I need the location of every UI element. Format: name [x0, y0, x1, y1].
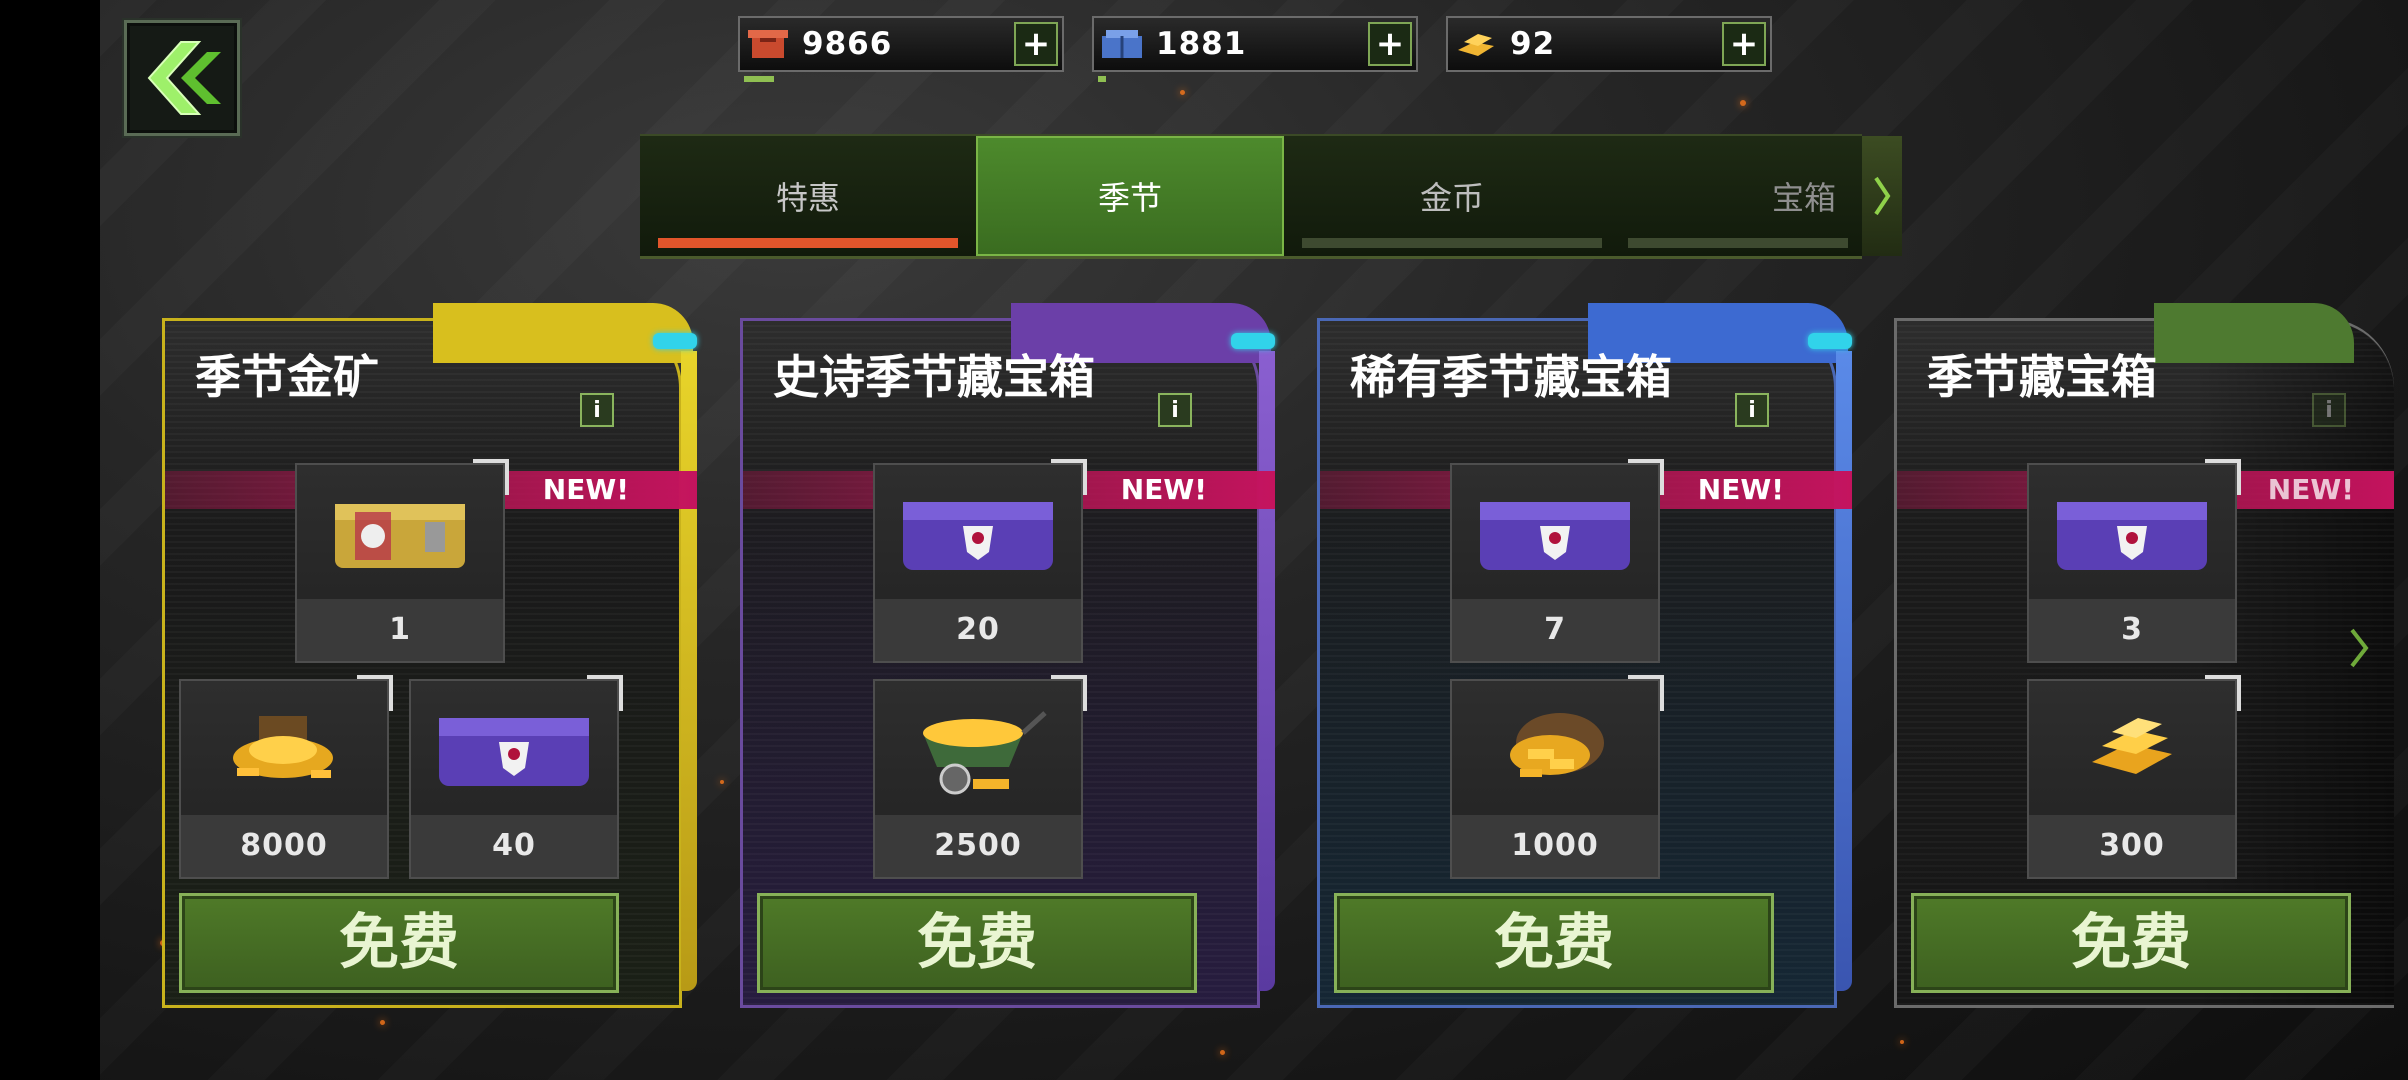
tab-underline	[658, 238, 958, 248]
resource-counter-gold: 92 +	[1446, 16, 1772, 72]
card-accent-side	[681, 351, 697, 991]
card-title: 史诗季节藏宝箱	[773, 350, 1095, 404]
info-button[interactable]: i	[1158, 393, 1192, 427]
ember	[1740, 100, 1746, 106]
resource-value: 92	[1510, 26, 1556, 62]
ember	[1220, 1050, 1225, 1055]
claim-free-button[interactable]: 免费	[1334, 893, 1774, 993]
claim-free-button[interactable]: 免费	[1911, 893, 2351, 993]
reward-slot[interactable]: 20	[873, 459, 1087, 663]
gold-bars-icon	[1448, 18, 1504, 70]
shop-tabs: 特惠 季节 金币 宝箱	[640, 134, 1902, 259]
tab-label: 宝箱	[1771, 179, 1836, 217]
ember	[1900, 1040, 1904, 1044]
new-badge: NEW!	[542, 473, 629, 506]
double-chevron-left-icon	[147, 41, 221, 115]
slot-corner	[473, 459, 509, 495]
scroll-right-button[interactable]	[2348, 626, 2370, 674]
red-crate-icon	[740, 18, 796, 70]
reward-amount: 1000	[1452, 815, 1658, 877]
new-badge: NEW!	[1697, 473, 1784, 506]
reward-amount: 2500	[875, 815, 1081, 877]
tab-underline	[1628, 238, 1848, 248]
add-resource-button[interactable]: +	[1722, 22, 1766, 66]
tab-chests[interactable]: 宝箱	[1620, 136, 1856, 256]
reward-slot[interactable]: 2500	[873, 675, 1087, 879]
card-title: 稀有季节藏宝箱	[1350, 350, 1672, 404]
info-button[interactable]: i	[2312, 393, 2346, 427]
reward-amount: 7	[1452, 599, 1658, 661]
resource-progress	[744, 76, 774, 82]
slot-corner	[1628, 459, 1664, 495]
reward-amount: 3	[2029, 599, 2235, 661]
reward-slot[interactable]: 1	[295, 459, 509, 663]
reward-amount: 20	[875, 599, 1081, 661]
new-badge: NEW!	[1120, 473, 1207, 506]
slot-corner	[587, 675, 623, 711]
tab-label: 季节	[1097, 179, 1162, 217]
ember	[1180, 90, 1185, 95]
tab-coins[interactable]: 金币	[1294, 136, 1610, 256]
card-accent	[2154, 303, 2354, 363]
tab-underline	[1302, 238, 1602, 248]
resource-value: 1881	[1156, 26, 1247, 62]
claim-free-button[interactable]: 免费	[757, 893, 1197, 993]
claim-free-button[interactable]: 免费	[179, 893, 619, 993]
add-resource-button[interactable]: +	[1368, 22, 1412, 66]
tab-season[interactable]: 季节	[976, 136, 1284, 256]
ember	[720, 780, 724, 784]
tabs-next-button[interactable]	[1862, 136, 1902, 256]
card-light	[1231, 333, 1275, 349]
slot-corner	[2205, 675, 2241, 711]
offer-card: 季节藏宝箱 i NEW! 3 300 免费	[1894, 303, 2394, 1008]
chevron-right-icon	[2350, 628, 2369, 668]
reward-slot[interactable]: 40	[409, 675, 623, 879]
slot-corner	[2205, 459, 2241, 495]
card-accent-side	[1259, 351, 1275, 991]
slot-corner	[357, 675, 393, 711]
offer-card: 稀有季节藏宝箱 i NEW! 7 1000 免费	[1317, 303, 1852, 1008]
card-light	[1808, 333, 1852, 349]
resource-value: 9866	[802, 26, 893, 62]
info-button[interactable]: i	[1735, 393, 1769, 427]
offer-card: 季节金矿 i NEW! 1 8000 40 免费	[162, 303, 697, 1008]
slot-corner	[1051, 459, 1087, 495]
info-button[interactable]: i	[580, 393, 614, 427]
add-resource-button[interactable]: +	[1014, 22, 1058, 66]
reward-amount: 300	[2029, 815, 2235, 877]
reward-slot[interactable]: 8000	[179, 675, 393, 879]
card-title: 季节藏宝箱	[1927, 350, 2157, 404]
back-button[interactable]	[124, 20, 240, 136]
card-accent-side	[1836, 351, 1852, 991]
reward-slot[interactable]: 1000	[1450, 675, 1664, 879]
blue-crate-icon	[1094, 18, 1150, 70]
card-accent	[433, 303, 693, 363]
reward-slot[interactable]: 300	[2027, 675, 2241, 879]
resource-counter-red: 9866 +	[738, 16, 1064, 82]
card-title: 季节金矿	[195, 350, 379, 404]
reward-slot[interactable]: 3	[2027, 459, 2241, 663]
slot-corner	[1051, 675, 1087, 711]
tab-label: 特惠	[775, 179, 840, 217]
reward-amount: 8000	[181, 815, 387, 877]
tab-label: 金币	[1419, 179, 1484, 217]
slot-corner	[1628, 675, 1664, 711]
reward-amount: 40	[411, 815, 617, 877]
card-light	[653, 333, 697, 349]
resource-progress	[1098, 76, 1106, 82]
ember	[380, 1020, 385, 1025]
resource-counter-blue: 1881 +	[1092, 16, 1418, 82]
chevron-right-icon	[1874, 176, 1891, 216]
reward-slot[interactable]: 7	[1450, 459, 1664, 663]
new-badge: NEW!	[2267, 473, 2354, 506]
offer-card: 史诗季节藏宝箱 i NEW! 20 2500 免费	[740, 303, 1275, 1008]
reward-amount: 1	[297, 599, 503, 661]
tab-specials[interactable]: 特惠	[650, 136, 966, 256]
